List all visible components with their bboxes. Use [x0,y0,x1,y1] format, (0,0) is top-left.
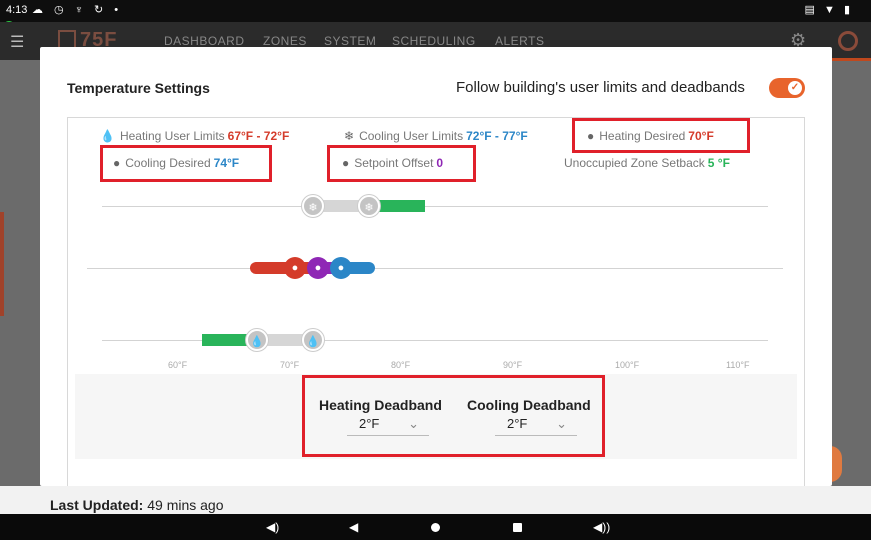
heating-min-handle[interactable]: 💧 [246,329,268,351]
status-bar: 4:13 ☁ ◷ ♆ ↻ • ▤ ▼ ▮ [0,0,871,22]
last-updated-label: Last Updated: [50,497,144,513]
unoccupied-setback-label: Unoccupied Zone Setback [564,156,705,170]
layers-icon[interactable]: ☰ [10,32,30,51]
cooling-range-track [102,206,768,207]
home-icon[interactable] [431,523,440,532]
check-icon: ✓ [788,81,802,95]
cooling-desired-handle[interactable]: ● [330,257,352,279]
nav-dashboard[interactable]: DASHBOARD [164,34,245,48]
clock: 4:13 [6,4,28,16]
gauge-icon[interactable] [838,31,858,51]
highlight-heating-desired [572,118,750,153]
highlight-deadband [302,375,605,457]
system-navbar: ◀) ◀ ◀)) [0,514,871,540]
nav-alerts[interactable]: ALERTS [495,34,544,48]
last-updated: Last Updated: 49 mins ago [50,497,224,513]
background-strip [0,212,4,316]
unoccupied-zone-setback: Unoccupied Zone Setback 5 °F [564,156,730,170]
scale-tick-80: 80°F [391,360,411,370]
scale-tick-70: 70°F [280,360,300,370]
flame-icon: 💧 [100,129,115,143]
recents-icon[interactable] [513,523,522,532]
nav-system[interactable]: SYSTEM [324,34,376,48]
scale-tick-100: 100°F [615,360,640,370]
highlight-setpoint-offset [327,145,476,182]
scale-tick-110: 110°F [726,360,750,370]
scale-tick-90: 90°F [503,360,523,370]
cooling-user-limits: ❄ Cooling User Limits 72°F - 77°F [344,129,528,143]
heating-max-handle[interactable]: 💧 [302,329,324,351]
status-icons-right: ▤ ▼ ▮ [804,4,853,16]
heating-user-limits-label: Heating User Limits [119,129,225,143]
cooling-user-limits-label: Cooling User Limits [359,129,464,143]
cooling-max-handle[interactable]: ❄ [358,195,380,217]
dialog-title: Temperature Settings [67,80,210,96]
follow-building-label: Follow building's user limits and deadba… [456,79,745,96]
nav-zones[interactable]: ZONES [263,34,307,48]
heating-user-limits: 💧 Heating User Limits 67°F - 72°F [100,129,289,143]
last-updated-value: 49 mins ago [147,497,224,513]
temperature-settings-dialog: Temperature Settings Follow building's u… [40,47,832,486]
snowflake-icon: ❄ [344,129,355,143]
desired-track [87,268,783,269]
nav-scheduling[interactable]: SCHEDULING [392,34,476,48]
volume-down-icon[interactable]: ◀) [266,520,279,534]
house-icon [58,30,76,48]
heating-desired-handle[interactable]: ● [284,257,306,279]
status-icons-left: ☁ ◷ ♆ ↻ • [32,4,123,16]
heating-user-limits-value: 67°F - 72°F [227,129,290,143]
highlight-cooling-desired [100,145,272,182]
back-icon[interactable]: ◀ [349,520,358,534]
screen: 4:13 ☁ ◷ ♆ ↻ • ▤ ▼ ▮ ☰ 75F DASHBOARD ZON… [0,0,871,540]
cooling-user-limits-value: 72°F - 77°F [466,129,528,143]
unoccupied-setback-value: 5 °F [707,156,730,170]
cooling-setback-bar [378,200,425,212]
cooling-min-handle[interactable]: ❄ [302,195,324,217]
volume-up-icon[interactable]: ◀)) [593,520,610,534]
active-tab-indicator [832,58,871,61]
last-updated-bar: Last Updated: 49 mins ago [0,486,871,514]
follow-building-toggle[interactable]: ✓ [769,78,805,98]
scale-tick-60: 60°F [168,360,188,370]
setpoint-handle[interactable]: ● [307,257,329,279]
